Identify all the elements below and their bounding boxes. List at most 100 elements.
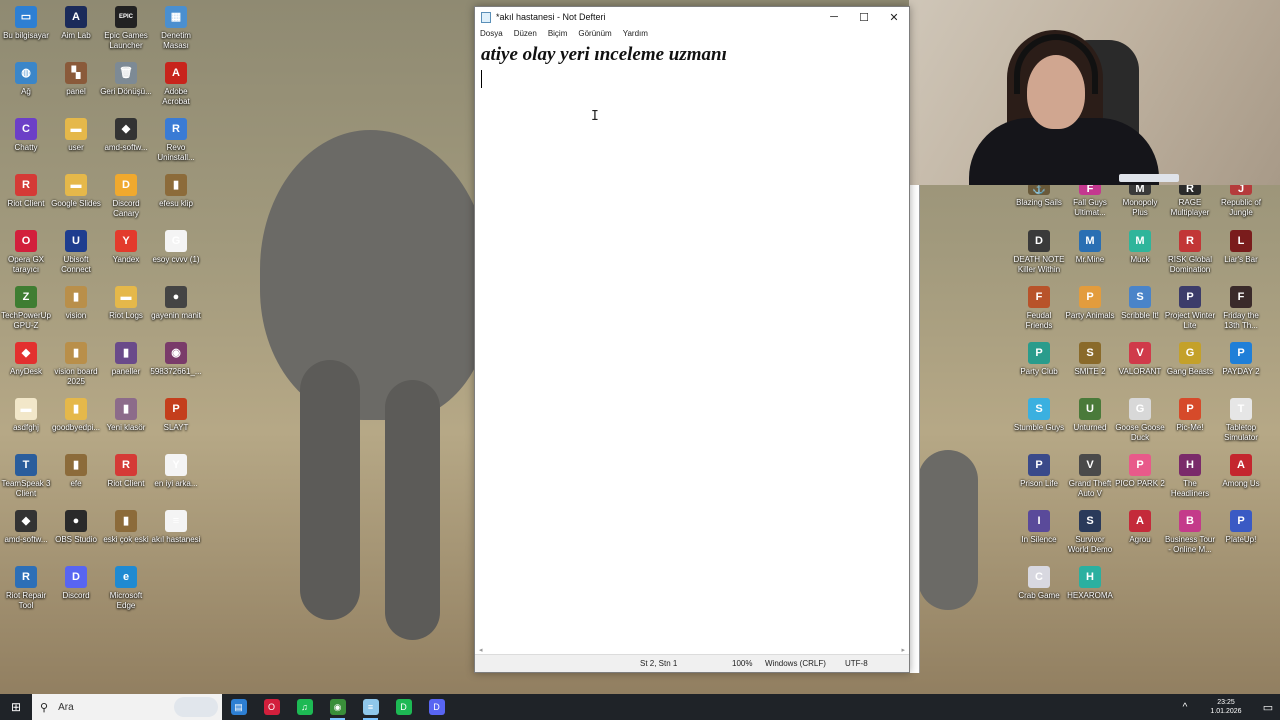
desktop-icon[interactable]: T TeamSpeak 3 Client [0, 454, 52, 499]
desktop-icon[interactable]: L Liar's Bar [1215, 230, 1267, 265]
desktop-icon[interactable]: ▬ Google Slides [50, 174, 102, 209]
desktop-icon[interactable]: ◆ amd-softw... [0, 510, 52, 545]
taskbar-app-spotify[interactable]: ♫ [288, 694, 321, 720]
desktop-icon[interactable]: A Aim Lab [50, 6, 102, 41]
desktop-icon[interactable]: A Adobe Acrobat [150, 62, 202, 107]
desktop-icon[interactable]: ▬ Riot Logs [100, 286, 152, 321]
taskbar-search[interactable]: ⚲ Ara [32, 694, 222, 720]
notification-icon[interactable]: ▭ [1256, 701, 1280, 714]
desktop-icon[interactable]: M Monopoly Plus [1114, 183, 1166, 218]
start-button[interactable]: ⊞ [0, 694, 32, 720]
taskbar-app-discord-green[interactable]: D [387, 694, 420, 720]
desktop-icon[interactable]: ◆ AnyDesk [0, 342, 52, 377]
desktop-icon[interactable]: J Republic of Jungle [1215, 183, 1267, 218]
desktop-icon[interactable]: ▮ goodbyedpi... [50, 398, 102, 433]
desktop-icon[interactable]: ▭ Bu bilgisayar [0, 6, 52, 41]
desktop-icon[interactable]: U Ubisoft Connect [50, 230, 102, 275]
desktop-icon[interactable]: V VALORANT [1114, 342, 1166, 377]
desktop-icon[interactable]: P Party Club [1013, 342, 1065, 377]
desktop-icon[interactable]: C Crab Game [1013, 566, 1065, 601]
desktop-icon[interactable]: Y Yandex [100, 230, 152, 265]
desktop-icon[interactable]: ▮ vision board 2025 [50, 342, 102, 387]
horizontal-scrollbar[interactable]: ◂ ▸ [475, 646, 909, 654]
desktop-icon[interactable]: U Unturned [1064, 398, 1116, 433]
desktop-icon[interactable]: ● OBS Studio [50, 510, 102, 545]
desktop-icon[interactable]: B Business Tour - Online M... [1164, 510, 1216, 555]
clock[interactable]: 23:25 1.01.2026 [1196, 698, 1256, 716]
desktop-icon[interactable]: F Friday the 13th Th... [1215, 286, 1267, 331]
desktop-icon[interactable]: P SLAYT [150, 398, 202, 433]
taskbar-app-discord[interactable]: D [420, 694, 453, 720]
tray-chevron-icon[interactable]: ^ [1174, 702, 1196, 713]
close-button[interactable]: ✕ [879, 7, 909, 27]
desktop-icon[interactable]: D Discord [50, 566, 102, 601]
desktop-icon[interactable]: ▬ asdfghj [0, 398, 52, 433]
desktop-icon[interactable]: ▦ Denetim Masası [150, 6, 202, 51]
menu-gorunum[interactable]: Görünüm [578, 29, 611, 38]
desktop-icon[interactable]: ▮ efesu klip [150, 174, 202, 209]
desktop-icon[interactable]: ▮ vision [50, 286, 102, 321]
menu-bicim[interactable]: Biçim [548, 29, 568, 38]
desktop-icon[interactable]: S Survivor World Demo [1064, 510, 1116, 555]
desktop-icon[interactable]: P PlateUp! [1215, 510, 1267, 545]
desktop-icon[interactable]: M Muck [1114, 230, 1166, 265]
desktop-icon[interactable]: R RISK Global Domination [1164, 230, 1216, 275]
desktop-icon[interactable]: I In Silence [1013, 510, 1065, 545]
desktop-icon[interactable]: F Feudal Friends [1013, 286, 1065, 331]
desktop-icon[interactable]: R Riot Repair Tool [0, 566, 52, 611]
scroll-right-icon[interactable]: ▸ [901, 646, 905, 654]
desktop-icon[interactable]: A Among Us [1215, 454, 1267, 489]
desktop-icon[interactable]: ◆ amd-softw... [100, 118, 152, 153]
desktop-icon[interactable]: Z TechPowerUp GPU-Z [0, 286, 52, 331]
desktop-icon[interactable]: ≡ akıl hastanesi [150, 510, 202, 545]
menu-dosya[interactable]: Dosya [480, 29, 503, 38]
desktop-icon[interactable]: G Gang Beasts [1164, 342, 1216, 377]
desktop-icon[interactable]: P Project Winter Lite [1164, 286, 1216, 331]
desktop-icon[interactable]: ▮ eski çok eski [100, 510, 152, 545]
desktop-icon[interactable]: EPIC Epic Games Launcher [100, 6, 152, 51]
taskbar-app-file-explorer[interactable]: ▤ [222, 694, 255, 720]
desktop-icon[interactable]: ▮ Yeni klasör [100, 398, 152, 433]
desktop-icon[interactable]: Yen iyi arka... [150, 454, 202, 489]
minimize-button[interactable]: ─ [819, 7, 849, 27]
desktop-icon[interactable]: H The Headliners [1164, 454, 1216, 499]
menu-yardim[interactable]: Yardım [623, 29, 648, 38]
desktop-icon[interactable]: P Prison Life [1013, 454, 1065, 489]
desktop-icon[interactable]: ● gayenin manit [150, 286, 202, 321]
desktop-icon[interactable]: S Stumble Guys [1013, 398, 1065, 433]
desktop-icon[interactable]: ◍ Ağ [0, 62, 52, 97]
maximize-button[interactable]: ☐ [849, 7, 879, 27]
desktop-icon[interactable]: D DEATH NOTE Killer Within [1013, 230, 1065, 275]
scroll-left-icon[interactable]: ◂ [479, 646, 483, 654]
title-bar[interactable]: *akıl hastanesi - Not Defteri ─ ☐ ✕ [475, 7, 909, 27]
desktop-icon[interactable]: 🗑 Geri Dönüşü... [100, 62, 152, 97]
desktop-icon[interactable]: P PAYDAY 2 [1215, 342, 1267, 377]
text-editor[interactable]: atiye olay yeri ınceleme uzmanı I [475, 41, 909, 654]
desktop-icon[interactable]: C Chatty [0, 118, 52, 153]
desktop-icon[interactable]: S Scribble It! [1114, 286, 1166, 321]
desktop-icon[interactable]: ◉ 598372661_... [150, 342, 202, 377]
desktop-icon[interactable]: R Riot Client [100, 454, 152, 489]
desktop-icon[interactable]: M Mr.Mine [1064, 230, 1116, 265]
desktop-icon[interactable]: R Riot Client [0, 174, 52, 209]
desktop-icon[interactable]: P Pic-Me! [1164, 398, 1216, 433]
desktop-icon[interactable]: R Revo Uninstall... [150, 118, 202, 163]
menu-duzen[interactable]: Düzen [514, 29, 537, 38]
desktop-icon[interactable]: ▮ paneller [100, 342, 152, 377]
desktop-icon[interactable]: P Party Animals [1064, 286, 1116, 321]
desktop-icon[interactable]: F Fall Guys Ultimat... [1064, 183, 1116, 218]
desktop-icon[interactable]: ⚓ Blazing Sails [1013, 183, 1065, 208]
desktop-icon[interactable]: G Goose Goose Duck [1114, 398, 1166, 443]
desktop-icon[interactable]: H HEXAROMA [1064, 566, 1116, 601]
desktop-icon[interactable]: O Opera GX tarayıcı [0, 230, 52, 275]
taskbar-app-opera-gx[interactable]: O [255, 694, 288, 720]
desktop-icon[interactable]: T Tabletop Simulator [1215, 398, 1267, 443]
desktop-icon[interactable]: R RAGE Multiplayer [1164, 183, 1216, 218]
desktop-icon[interactable]: ▬ user [50, 118, 102, 153]
taskbar-app-chrome[interactable]: ◉ [321, 694, 354, 720]
desktop-icon[interactable]: ▚ panel [50, 62, 102, 97]
taskbar-app-notepad[interactable]: ≡ [354, 694, 387, 720]
desktop-icon[interactable]: S SMITE 2 [1064, 342, 1116, 377]
desktop-icon[interactable]: D Discord Canary [100, 174, 152, 219]
desktop-icon[interactable]: ▮ efe [50, 454, 102, 489]
